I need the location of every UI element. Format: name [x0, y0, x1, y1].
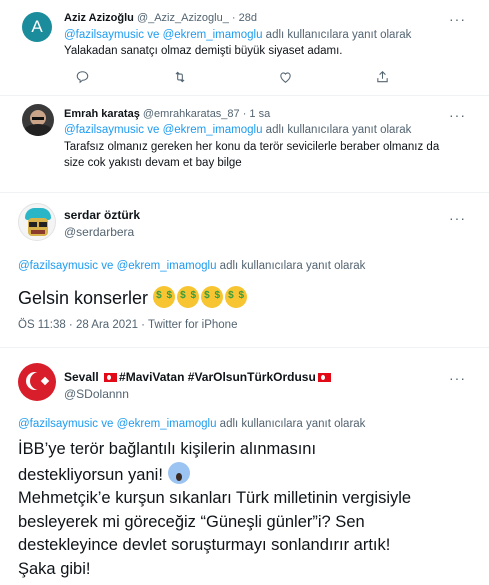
avatar[interactable] — [18, 363, 56, 401]
user-name[interactable]: Aziz Azizoğlu — [64, 12, 134, 24]
user-name-hashtag: #MaviVatan — [119, 370, 185, 384]
more-options-icon[interactable]: ··· — [449, 108, 466, 122]
user-name[interactable]: Sevall — [64, 370, 99, 384]
tweet-text-line: İBB’ye terör bağlantılı kişilerin alınma… — [18, 440, 317, 458]
user-name[interactable]: serdar öztürk — [64, 208, 140, 222]
reply-label: adlı kullanıcılara yanıt olarak — [219, 418, 366, 430]
reply-users-link[interactable]: @fazilsaymusic ve @ekrem_imamoglu — [64, 124, 262, 136]
more-options-icon[interactable]: ··· — [449, 211, 466, 225]
screaming-face-icon — [167, 461, 190, 484]
turkey-flag-icon — [104, 373, 118, 382]
avatar[interactable] — [22, 104, 54, 136]
reply-users-link[interactable]: @fazilsaymusic ve @ekrem_imamoglu — [64, 29, 262, 41]
avatar[interactable] — [18, 203, 56, 241]
user-handle[interactable]: @SDolannn — [64, 387, 129, 401]
tweet-body: İBB’ye terör bağlantılı kişilerin alınma… — [18, 438, 411, 581]
tweet-text-line: Mehmetçik’e kurşun sıkanları Türk millet… — [18, 489, 412, 507]
tweet-text: Yalakadan sanatçı olmaz demişti büyük si… — [64, 45, 343, 57]
reply-icon[interactable] — [75, 70, 90, 87]
tweet-text-line: destekliyorsun yani! — [18, 465, 163, 484]
reply-users-link[interactable]: @fazilsaymusic ve @ekrem_imamoglu — [18, 260, 216, 272]
tweet-text: Gelsin konserler — [18, 288, 149, 308]
divider — [0, 347, 489, 348]
reply-label: adlı kullanıcılara yanıt olarak — [219, 260, 366, 272]
user-name[interactable]: Emrah karataş — [64, 108, 140, 120]
share-icon[interactable] — [375, 70, 390, 87]
money-mouth-face-icon — [201, 286, 224, 308]
tweet-text-line: Tarafsız olmanız gereken her konu da ter… — [64, 141, 440, 153]
more-options-icon[interactable]: ··· — [449, 12, 466, 26]
money-mouth-face-icon — [225, 286, 248, 308]
tweet-text-line: size cok yakıstı devam et bay bilge — [64, 157, 242, 169]
tweet-text-line: Şaka gibi! — [18, 559, 91, 578]
user-handle[interactable]: @serdarbera — [64, 225, 134, 239]
tweet-meta[interactable]: ÖS 11:38 · 28 Ara 2021 · Twitter for iPh… — [18, 319, 237, 331]
user-handle-time[interactable]: @emrahkaratas_87 · 1 sa — [143, 108, 270, 120]
turkey-flag-icon — [317, 373, 331, 382]
avatar-letter: A — [31, 17, 43, 36]
tweet-text-line: besleyerek mi göreceğiz “Güneşli günler”… — [18, 512, 365, 531]
tweet-text-line: destekleyince devlet soruşturmayı sonlan… — [18, 536, 391, 554]
money-mouth-face-icon — [177, 286, 200, 308]
user-name-hashtag: #VarOlsunTürkOrdusu — [187, 370, 316, 384]
reply-users-link[interactable]: @fazilsaymusic ve @ekrem_imamoglu — [18, 418, 216, 430]
reply-label: adlı kullanıcılara yanıt olarak — [265, 29, 412, 41]
more-options-icon[interactable]: ··· — [449, 371, 466, 385]
retweet-icon[interactable] — [172, 70, 188, 87]
reply-label: adlı kullanıcılara yanıt olarak — [265, 124, 412, 136]
divider — [0, 95, 489, 96]
money-mouth-face-icon — [153, 286, 176, 308]
like-icon[interactable] — [278, 70, 293, 87]
divider — [0, 192, 489, 193]
user-handle-time[interactable]: @_Aziz_Azizoglu_ · 28d — [137, 12, 257, 24]
avatar[interactable]: A — [22, 12, 52, 42]
